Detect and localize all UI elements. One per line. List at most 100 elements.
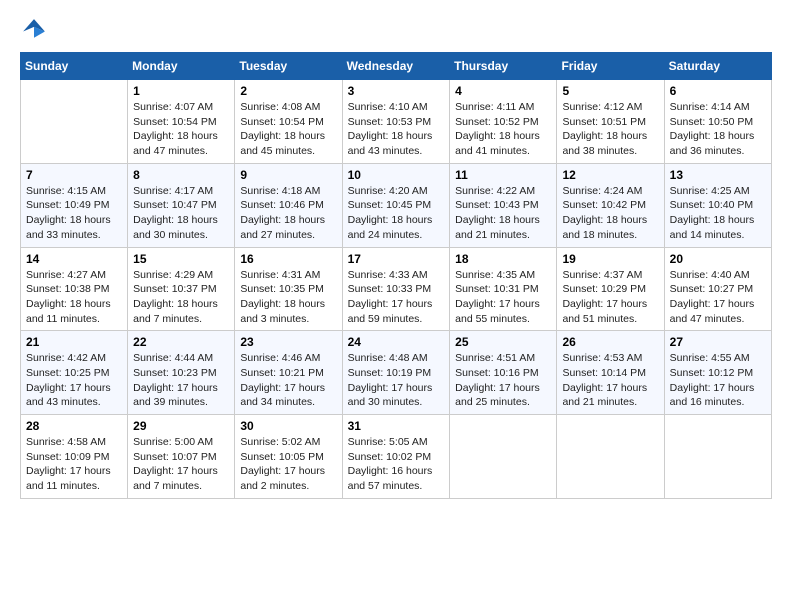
day-number: 28 <box>26 419 122 433</box>
day-number: 11 <box>455 168 551 182</box>
calendar-day-cell: 15 Sunrise: 4:29 AMSunset: 10:37 PMDaylig… <box>128 247 235 331</box>
day-info: Sunrise: 4:33 AMSunset: 10:33 PMDaylight… <box>348 268 445 327</box>
weekday-header: Friday <box>557 53 664 80</box>
calendar-day-cell: 11 Sunrise: 4:22 AMSunset: 10:43 PMDaylig… <box>450 163 557 247</box>
day-number: 5 <box>562 84 658 98</box>
day-info: Sunrise: 4:12 AMSunset: 10:51 PMDaylight… <box>562 100 658 159</box>
day-number: 31 <box>348 419 445 433</box>
day-info: Sunrise: 4:24 AMSunset: 10:42 PMDaylight… <box>562 184 658 243</box>
calendar-day-cell: 16 Sunrise: 4:31 AMSunset: 10:35 PMDaylig… <box>235 247 342 331</box>
day-number: 21 <box>26 335 122 349</box>
calendar-day-cell <box>557 415 664 499</box>
calendar-day-cell <box>450 415 557 499</box>
calendar-day-cell: 8 Sunrise: 4:17 AMSunset: 10:47 PMDayligh… <box>128 163 235 247</box>
day-number: 12 <box>562 168 658 182</box>
day-info: Sunrise: 4:44 AMSunset: 10:23 PMDaylight… <box>133 351 229 410</box>
day-number: 8 <box>133 168 229 182</box>
day-info: Sunrise: 4:22 AMSunset: 10:43 PMDaylight… <box>455 184 551 243</box>
calendar-body: 1 Sunrise: 4:07 AMSunset: 10:54 PMDayligh… <box>21 80 772 499</box>
day-info: Sunrise: 4:29 AMSunset: 10:37 PMDaylight… <box>133 268 229 327</box>
day-info: Sunrise: 4:48 AMSunset: 10:19 PMDaylight… <box>348 351 445 410</box>
day-info: Sunrise: 4:14 AMSunset: 10:50 PMDaylight… <box>670 100 766 159</box>
day-info: Sunrise: 4:08 AMSunset: 10:54 PMDaylight… <box>240 100 336 159</box>
calendar-day-cell: 4Sunrise: 4:11 AMSunset: 10:52 PMDayligh… <box>450 80 557 164</box>
calendar-day-cell: 19 Sunrise: 4:37 AMSunset: 10:29 PMDaylig… <box>557 247 664 331</box>
day-number: 23 <box>240 335 336 349</box>
calendar-day-cell: 27Sunrise: 4:55 AMSunset: 10:12 PMDaylig… <box>664 331 771 415</box>
day-number: 26 <box>562 335 658 349</box>
calendar-day-cell: 31 Sunrise: 5:05 AMSunset: 10:02 PMDaylig… <box>342 415 450 499</box>
calendar-day-cell: 26 Sunrise: 4:53 AMSunset: 10:14 PMDaylig… <box>557 331 664 415</box>
calendar-week-row: 21 Sunrise: 4:42 AMSunset: 10:25 PMDaylig… <box>21 331 772 415</box>
day-number: 24 <box>348 335 445 349</box>
day-number: 6 <box>670 84 766 98</box>
day-number: 17 <box>348 252 445 266</box>
day-info: Sunrise: 4:35 AMSunset: 10:31 PMDaylight… <box>455 268 551 327</box>
calendar-day-cell: 6 Sunrise: 4:14 AMSunset: 10:50 PMDayligh… <box>664 80 771 164</box>
calendar-day-cell: 18 Sunrise: 4:35 AMSunset: 10:31 PMDaylig… <box>450 247 557 331</box>
calendar-day-cell: 9 Sunrise: 4:18 AMSunset: 10:46 PMDayligh… <box>235 163 342 247</box>
day-info: Sunrise: 4:51 AMSunset: 10:16 PMDaylight… <box>455 351 551 410</box>
day-number: 25 <box>455 335 551 349</box>
day-info: Sunrise: 4:15 AMSunset: 10:49 PMDaylight… <box>26 184 122 243</box>
calendar-week-row: 28 Sunrise: 4:58 AMSunset: 10:09 PMDaylig… <box>21 415 772 499</box>
calendar-day-cell: 25 Sunrise: 4:51 AMSunset: 10:16 PMDaylig… <box>450 331 557 415</box>
calendar-day-cell <box>664 415 771 499</box>
day-info: Sunrise: 4:20 AMSunset: 10:45 PMDaylight… <box>348 184 445 243</box>
day-info: Sunrise: 5:02 AMSunset: 10:05 PMDaylight… <box>240 435 336 494</box>
calendar-day-cell: 14Sunrise: 4:27 AMSunset: 10:38 PMDaylig… <box>21 247 128 331</box>
day-info: Sunrise: 5:00 AMSunset: 10:07 PMDaylight… <box>133 435 229 494</box>
calendar-day-cell: 5 Sunrise: 4:12 AMSunset: 10:51 PMDayligh… <box>557 80 664 164</box>
day-info: Sunrise: 4:58 AMSunset: 10:09 PMDaylight… <box>26 435 122 494</box>
day-number: 15 <box>133 252 229 266</box>
day-info: Sunrise: 5:05 AMSunset: 10:02 PMDaylight… <box>348 435 445 494</box>
calendar-day-cell: 1 Sunrise: 4:07 AMSunset: 10:54 PMDayligh… <box>128 80 235 164</box>
weekday-header: Thursday <box>450 53 557 80</box>
calendar-day-cell: 3 Sunrise: 4:10 AMSunset: 10:53 PMDayligh… <box>342 80 450 164</box>
calendar-day-cell: 28 Sunrise: 4:58 AMSunset: 10:09 PMDaylig… <box>21 415 128 499</box>
day-number: 20 <box>670 252 766 266</box>
day-number: 13 <box>670 168 766 182</box>
day-number: 18 <box>455 252 551 266</box>
day-info: Sunrise: 4:10 AMSunset: 10:53 PMDaylight… <box>348 100 445 159</box>
day-number: 16 <box>240 252 336 266</box>
day-number: 1 <box>133 84 229 98</box>
day-number: 9 <box>240 168 336 182</box>
day-number: 10 <box>348 168 445 182</box>
calendar-day-cell: 21 Sunrise: 4:42 AMSunset: 10:25 PMDaylig… <box>21 331 128 415</box>
logo-bird-icon <box>20 16 48 44</box>
weekday-header: Sunday <box>21 53 128 80</box>
calendar-day-cell: 24 Sunrise: 4:48 AMSunset: 10:19 PMDaylig… <box>342 331 450 415</box>
weekday-header: Saturday <box>664 53 771 80</box>
day-info: Sunrise: 4:40 AMSunset: 10:27 PMDaylight… <box>670 268 766 327</box>
day-info: Sunrise: 4:55 AMSunset: 10:12 PMDaylight… <box>670 351 766 410</box>
day-info: Sunrise: 4:37 AMSunset: 10:29 PMDaylight… <box>562 268 658 327</box>
day-number: 3 <box>348 84 445 98</box>
calendar-day-cell: 23 Sunrise: 4:46 AMSunset: 10:21 PMDaylig… <box>235 331 342 415</box>
page-header <box>20 16 772 44</box>
day-info: Sunrise: 4:53 AMSunset: 10:14 PMDaylight… <box>562 351 658 410</box>
calendar-week-row: 14Sunrise: 4:27 AMSunset: 10:38 PMDaylig… <box>21 247 772 331</box>
calendar-day-cell: 29 Sunrise: 5:00 AMSunset: 10:07 PMDaylig… <box>128 415 235 499</box>
calendar-header: SundayMondayTuesdayWednesdayThursdayFrid… <box>21 53 772 80</box>
day-info: Sunrise: 4:17 AMSunset: 10:47 PMDaylight… <box>133 184 229 243</box>
calendar-day-cell: 17 Sunrise: 4:33 AMSunset: 10:33 PMDaylig… <box>342 247 450 331</box>
day-info: Sunrise: 4:46 AMSunset: 10:21 PMDaylight… <box>240 351 336 410</box>
calendar-day-cell <box>21 80 128 164</box>
day-info: Sunrise: 4:42 AMSunset: 10:25 PMDaylight… <box>26 351 122 410</box>
day-info: Sunrise: 4:25 AMSunset: 10:40 PMDaylight… <box>670 184 766 243</box>
calendar-day-cell: 13 Sunrise: 4:25 AMSunset: 10:40 PMDaylig… <box>664 163 771 247</box>
calendar-day-cell: 22 Sunrise: 4:44 AMSunset: 10:23 PMDaylig… <box>128 331 235 415</box>
day-info: Sunrise: 4:18 AMSunset: 10:46 PMDaylight… <box>240 184 336 243</box>
day-info: Sunrise: 4:27 AMSunset: 10:38 PMDaylight… <box>26 268 122 327</box>
day-number: 29 <box>133 419 229 433</box>
day-info: Sunrise: 4:07 AMSunset: 10:54 PMDaylight… <box>133 100 229 159</box>
day-number: 22 <box>133 335 229 349</box>
day-number: 19 <box>562 252 658 266</box>
weekday-header: Monday <box>128 53 235 80</box>
calendar-day-cell: 20 Sunrise: 4:40 AMSunset: 10:27 PMDaylig… <box>664 247 771 331</box>
day-info: Sunrise: 4:31 AMSunset: 10:35 PMDaylight… <box>240 268 336 327</box>
day-number: 7 <box>26 168 122 182</box>
day-number: 30 <box>240 419 336 433</box>
weekday-header: Wednesday <box>342 53 450 80</box>
